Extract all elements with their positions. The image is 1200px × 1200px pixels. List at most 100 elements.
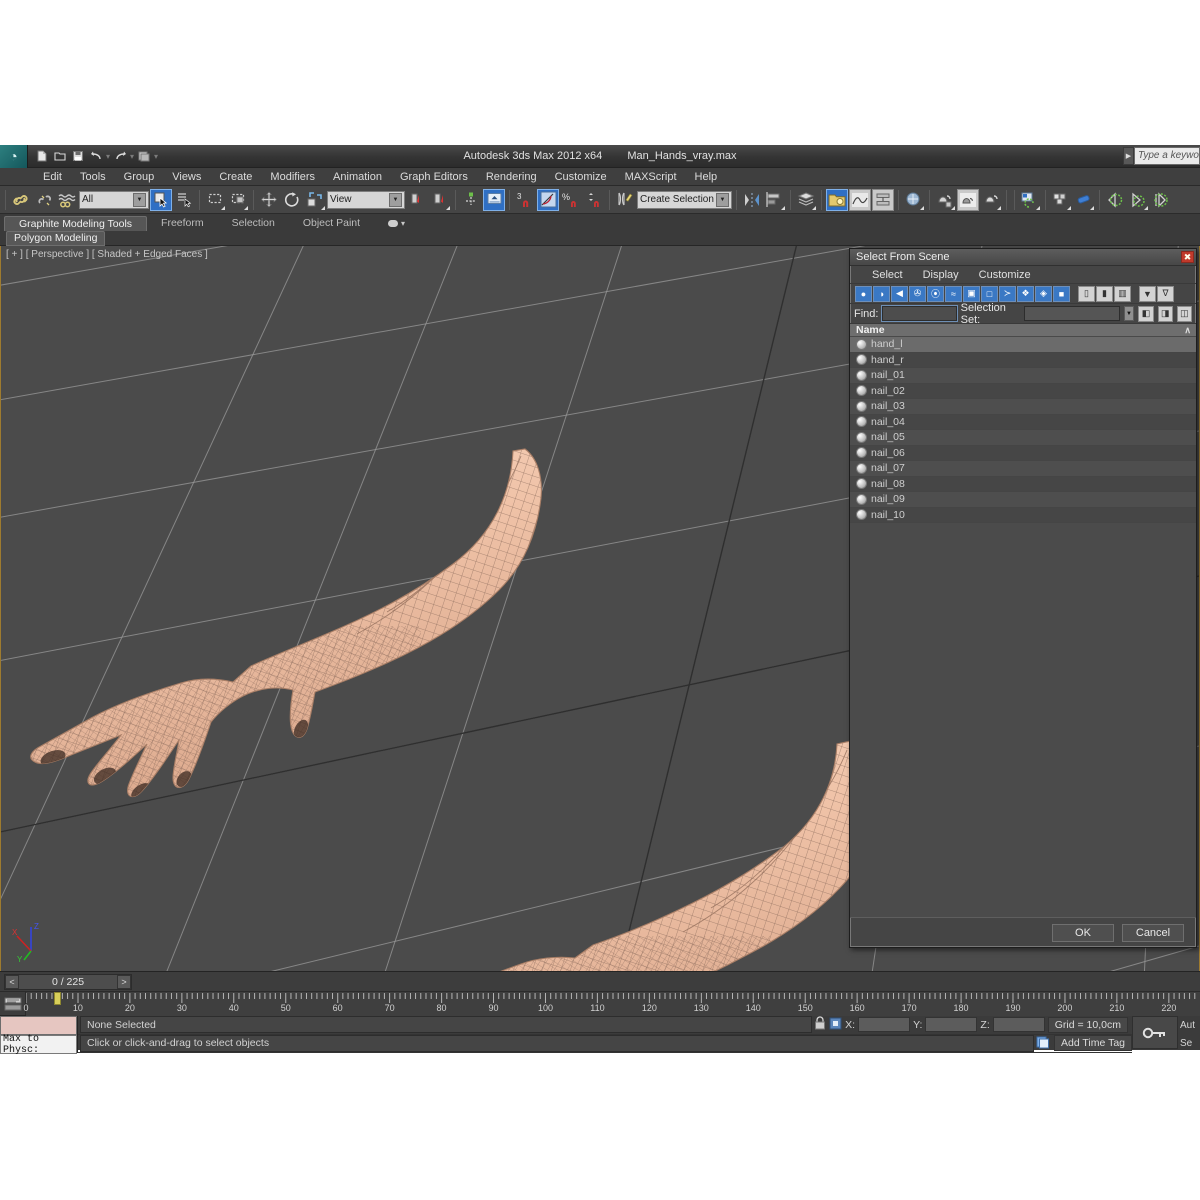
containers-filter-icon[interactable]: ❖: [1017, 285, 1034, 302]
cancel-button[interactable]: Cancel: [1122, 923, 1184, 942]
add-selection-set-icon[interactable]: ◧: [1138, 305, 1154, 322]
ribbon-panel-polygon-modeling[interactable]: Polygon Modeling: [6, 231, 106, 246]
menu-group[interactable]: Group: [115, 170, 164, 184]
x-coordinate-field[interactable]: [858, 1017, 911, 1033]
select-and-move-icon[interactable]: [258, 189, 280, 211]
project-folder-icon[interactable]: [136, 148, 152, 164]
filter-settings-icon[interactable]: ∇: [1157, 285, 1174, 302]
cameras-filter-icon[interactable]: ✇: [909, 285, 926, 302]
dialog-menu-select[interactable]: Select: [862, 269, 913, 281]
select-object-icon[interactable]: [150, 188, 172, 211]
layer-manager-icon[interactable]: [795, 189, 817, 211]
rendered-frame-window-icon[interactable]: [957, 188, 979, 211]
chevron-down-icon[interactable]: ▼: [1123, 306, 1135, 321]
list-item[interactable]: hand_l: [850, 337, 1196, 353]
spinner-snap-toggle-icon[interactable]: [583, 189, 605, 211]
all-filter-icon[interactable]: ◈: [1035, 285, 1052, 302]
schematic-view-icon[interactable]: [872, 188, 894, 211]
time-tag-icon[interactable]: [1036, 1035, 1050, 1052]
keyboard-shortcut-override-icon[interactable]: [483, 188, 505, 211]
material-editor-icon[interactable]: [903, 189, 925, 211]
menu-edit[interactable]: Edit: [34, 170, 71, 184]
dialog-menu-display[interactable]: Display: [913, 269, 969, 281]
helpers-filter-icon[interactable]: ⦿: [927, 285, 944, 302]
chevron-down-icon[interactable]: ▼: [716, 192, 729, 207]
groups-filter-icon[interactable]: ▣: [963, 285, 980, 302]
list-item[interactable]: nail_03: [850, 399, 1196, 415]
close-icon[interactable]: ✖: [1181, 251, 1194, 263]
name-column-header[interactable]: Name ∧: [850, 324, 1196, 337]
save-file-icon[interactable]: [70, 148, 86, 164]
reference-coordinate-system-combo[interactable]: View ▼: [327, 190, 405, 209]
bones-filter-icon[interactable]: ≻: [999, 285, 1016, 302]
display-children-icon[interactable]: ▥: [1114, 285, 1131, 302]
list-item[interactable]: nail_09: [850, 492, 1196, 508]
menu-create[interactable]: Create: [210, 170, 261, 184]
ribbon-tab-freeform[interactable]: Freeform: [147, 216, 218, 231]
dialog-title-bar[interactable]: Select From Scene ✖: [850, 249, 1196, 266]
next-frame-button[interactable]: >: [117, 974, 131, 989]
play-backward-icon[interactable]: [1104, 189, 1126, 211]
undo-dropdown-icon[interactable]: ▾: [106, 152, 110, 161]
open-mini-curve-editor-icon[interactable]: [0, 992, 26, 1015]
sort-ascending-icon[interactable]: ∧: [1184, 325, 1191, 336]
align-icon[interactable]: [764, 189, 786, 211]
space-warps-filter-icon[interactable]: ≈: [945, 285, 962, 302]
menu-graph-editors[interactable]: Graph Editors: [391, 170, 477, 184]
search-expand-icon[interactable]: ▶: [1123, 147, 1134, 165]
time-slider-thumb[interactable]: [54, 992, 61, 1005]
chevron-down-icon[interactable]: ▼: [133, 192, 146, 207]
qat-dropdown-icon[interactable]: ▾: [154, 152, 158, 161]
select-and-link-icon[interactable]: [10, 189, 32, 211]
ok-button[interactable]: OK: [1052, 923, 1114, 942]
set-key-mode-button[interactable]: [1132, 1016, 1178, 1049]
menu-animation[interactable]: Animation: [324, 170, 391, 184]
viewport-label[interactable]: [ + ] [ Perspective ] [ Shaded + Edged F…: [6, 249, 208, 260]
list-item[interactable]: nail_05: [850, 430, 1196, 446]
none-filter-icon[interactable]: ■: [1053, 285, 1070, 302]
menu-help[interactable]: Help: [686, 170, 727, 184]
expand-all-icon[interactable]: ▯: [1078, 285, 1095, 302]
ribbon-tab-graphite-modeling-tools[interactable]: Graphite Modeling Tools: [4, 216, 148, 231]
menu-customize[interactable]: Customize: [546, 170, 616, 184]
filter-funnel-icon[interactable]: ▼: [1139, 285, 1156, 302]
undo-icon[interactable]: [88, 148, 104, 164]
render-setup-icon[interactable]: [934, 189, 956, 211]
xrefs-filter-icon[interactable]: □: [981, 285, 998, 302]
menu-maxscript[interactable]: MAXScript: [616, 170, 686, 184]
track-bar[interactable]: 0 10 20 30 40 50 60 70 80 90 100 110 120 130 140 150 160…: [0, 991, 1200, 1016]
menu-modifiers[interactable]: Modifiers: [261, 170, 324, 184]
vray-frame-buffer-icon[interactable]: [1019, 189, 1041, 211]
remove-selection-set-icon[interactable]: ◨: [1157, 305, 1173, 322]
use-selection-center-icon[interactable]: [429, 189, 451, 211]
vray-lights-icon[interactable]: [1073, 189, 1095, 211]
chevron-down-icon[interactable]: ▼: [389, 192, 402, 207]
redo-icon[interactable]: [112, 148, 128, 164]
lights-filter-icon[interactable]: ◀: [891, 285, 908, 302]
auto-key-button[interactable]: Aut: [1180, 1020, 1200, 1031]
shapes-filter-icon[interactable]: ◑: [873, 285, 890, 302]
ribbon-tab-selection[interactable]: Selection: [218, 216, 289, 231]
application-menu-button[interactable]: ◔: [0, 144, 28, 168]
select-by-name-icon[interactable]: [173, 189, 195, 211]
open-file-icon[interactable]: [52, 148, 68, 164]
new-file-icon[interactable]: [34, 148, 50, 164]
absolute-relative-mode-icon[interactable]: [829, 1017, 842, 1033]
select-and-manipulate-icon[interactable]: [460, 189, 482, 211]
list-item[interactable]: nail_01: [850, 368, 1196, 384]
menu-rendering[interactable]: Rendering: [477, 170, 546, 184]
add-time-tag-button[interactable]: Add Time Tag: [1053, 1035, 1132, 1052]
bind-to-space-warp-icon[interactable]: [56, 189, 78, 211]
edit-selection-set-icon[interactable]: ◫: [1176, 305, 1193, 322]
y-coordinate-field[interactable]: [925, 1017, 978, 1033]
scene-object-list[interactable]: hand_l hand_r nail_01 nail_02 nail_03 nail_04…: [850, 337, 1196, 917]
vray-objects-icon[interactable]: [1050, 189, 1072, 211]
time-slider-handle[interactable]: < 0 / 225 >: [4, 973, 132, 990]
percent-snap-toggle-icon[interactable]: %: [560, 189, 582, 211]
select-and-scale-icon[interactable]: [304, 189, 326, 211]
select-from-scene-dialog[interactable]: Select From Scene ✖ Select Display Custo…: [849, 248, 1197, 948]
ribbon-tab-object-paint[interactable]: Object Paint: [289, 216, 374, 231]
color-swatch[interactable]: [0, 1016, 77, 1035]
mirror-icon[interactable]: [741, 189, 763, 211]
list-item[interactable]: nail_07: [850, 461, 1196, 477]
